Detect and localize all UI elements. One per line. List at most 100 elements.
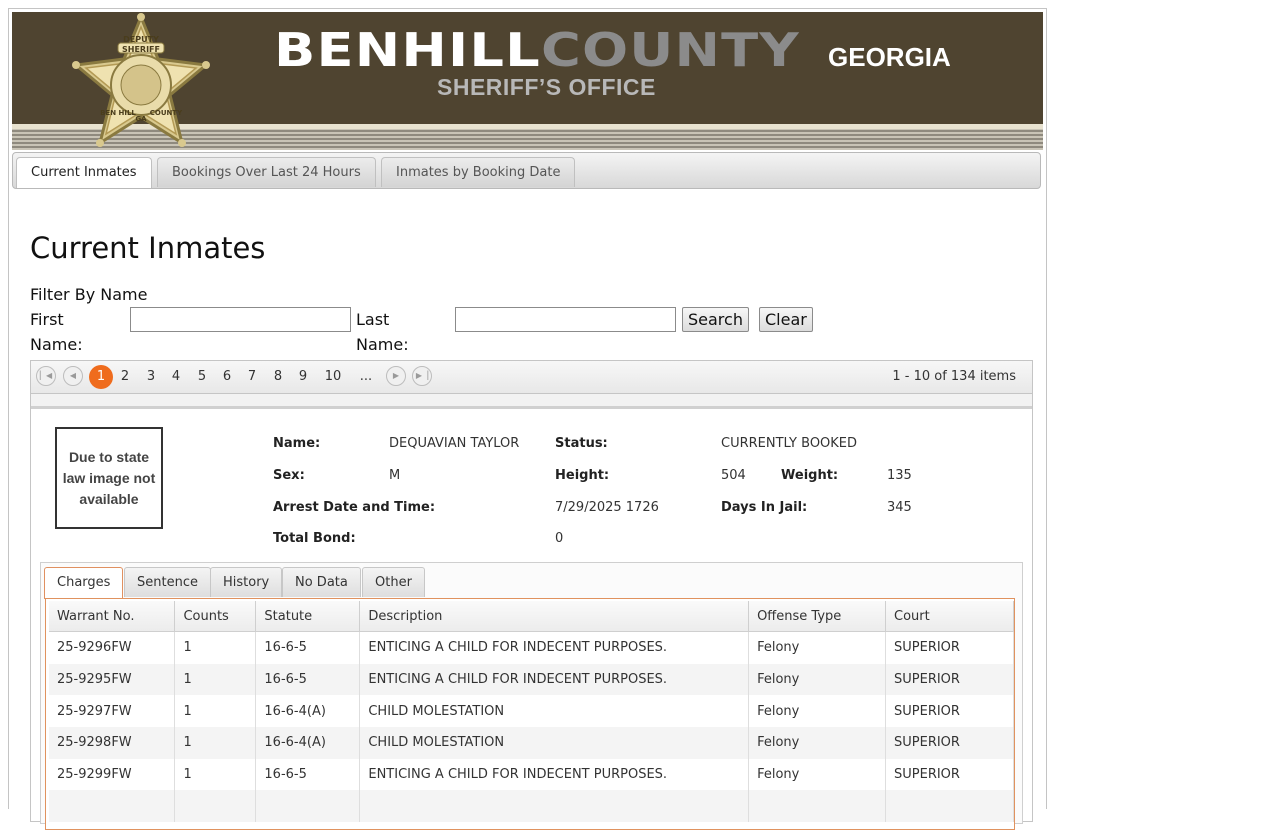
counts-cell: 1 [174, 663, 257, 696]
days-value: 345 [887, 500, 912, 515]
offense-type-cell: Felony [748, 663, 886, 696]
description-cell [359, 790, 750, 823]
search-button[interactable]: Search [682, 307, 749, 332]
page-link[interactable]: 9 [295, 366, 311, 388]
page-link[interactable]: 4 [168, 366, 184, 388]
next-page-icon[interactable]: ▶ [386, 366, 406, 386]
statute-cell: 16-6-5 [255, 663, 361, 696]
inmate-detail-tabs: Charges Sentence History No Data Other W… [40, 562, 1023, 830]
court-cell: SUPERIOR [885, 727, 1014, 759]
col-offense-type[interactable]: Offense Type [748, 601, 886, 632]
court-cell: SUPERIOR [885, 631, 1014, 664]
inmates-grid: ▏◀ ◀ 1 2 3 4 5 6 7 8 9 10 ... ▶ ▶▕ 1 - 1… [30, 360, 1033, 830]
tab-no-data[interactable]: No Data [282, 567, 361, 597]
offense-type-cell [748, 790, 886, 823]
arrest-label: Arrest Date and Time: [273, 500, 436, 515]
page-frame: DEPUTY SHERIFF BEN HILL GA COUNTY BENHIL… [8, 8, 1047, 830]
statute-cell [255, 790, 361, 823]
counts-cell: 1 [174, 727, 257, 759]
last-name-label: Last Name: [356, 310, 409, 354]
pager-divider [31, 394, 1032, 409]
col-statute[interactable]: Statute [255, 601, 361, 632]
tab-current-inmates[interactable]: Current Inmates [16, 157, 152, 188]
page-title: Current Inmates [30, 231, 266, 265]
tab-charges[interactable]: Charges [44, 567, 124, 599]
first-page-icon[interactable]: ▏◀ [36, 366, 56, 386]
sex-value: M [389, 468, 401, 483]
sheriff-badge-logo: DEPUTY SHERIFF BEN HILL GA COUNTY [72, 13, 210, 147]
last-name-input[interactable] [455, 307, 676, 332]
page-link[interactable]: 6 [219, 366, 235, 388]
arrest-value: 7/29/2025 1726 [555, 500, 659, 515]
col-warrant-no[interactable]: Warrant No. [49, 601, 176, 632]
days-label: Days In Jail: [721, 500, 808, 515]
statute-cell: 16-6-4(A) [255, 695, 361, 728]
pager-info: 1 - 10 of 134 items [892, 369, 1016, 384]
tab-inmates-by-booking-date[interactable]: Inmates by Booking Date [381, 157, 576, 187]
brand-county: COUNTY [540, 23, 800, 77]
table-row: 25-9297FW 1 16-6-4(A) CHILD MOLESTATION … [49, 695, 1014, 728]
tab-other[interactable]: Other [362, 567, 425, 597]
badge-word-3: BEN HILL [100, 109, 136, 117]
table-row: 25-9296FW 1 16-6-5 ENTICING A CHILD FOR … [49, 631, 1014, 664]
tab-history[interactable]: History [210, 567, 283, 597]
brand-benhill: BENHILL [274, 23, 541, 77]
tab-sentence[interactable]: Sentence [124, 567, 211, 597]
col-court[interactable]: Court [885, 601, 1014, 632]
pager: ▏◀ ◀ 1 2 3 4 5 6 7 8 9 10 ... ▶ ▶▕ 1 - 1… [31, 361, 1032, 394]
badge-word-4: GA [135, 115, 147, 123]
page-link[interactable]: 5 [194, 366, 210, 388]
charges-table: Warrant No. Counts Statute Description O… [49, 601, 1014, 823]
clear-button[interactable]: Clear [759, 307, 813, 332]
counts-cell: 1 [174, 758, 257, 791]
court-cell: SUPERIOR [885, 695, 1014, 728]
charges-header-row: Warrant No. Counts Statute Description O… [49, 601, 1014, 632]
height-label: Height: [555, 468, 610, 483]
bond-label: Total Bond: [273, 531, 356, 546]
table-row: 25-9295FW 1 16-6-5 ENTICING A CHILD FOR … [49, 663, 1014, 696]
last-page-icon[interactable]: ▶▕ [412, 366, 432, 386]
description-cell: ENTICING A CHILD FOR INDECENT PURPOSES. [359, 663, 750, 696]
col-description[interactable]: Description [359, 601, 750, 632]
warrant-cell [49, 790, 176, 823]
tab-bookings-24-hours[interactable]: Bookings Over Last 24 Hours [157, 157, 376, 187]
warrant-cell: 25-9298FW [49, 727, 176, 759]
height-value: 504 [721, 468, 746, 483]
header-banner: DEPUTY SHERIFF BEN HILL GA COUNTY BENHIL… [12, 12, 1043, 150]
page-link[interactable]: 2 [117, 366, 133, 388]
prev-page-icon[interactable]: ◀ [63, 366, 83, 386]
page-link[interactable]: 8 [270, 366, 286, 388]
page-link[interactable]: 10 [321, 366, 345, 388]
statute-cell: 16-6-5 [255, 758, 361, 791]
name-value: DEQUAVIAN TAYLOR [389, 436, 520, 451]
filter-heading: Filter By Name [30, 285, 148, 304]
description-cell: CHILD MOLESTATION [359, 695, 750, 728]
weight-label: Weight: [781, 468, 839, 483]
offense-type-cell: Felony [748, 727, 886, 759]
warrant-cell: 25-9295FW [49, 663, 176, 696]
page-link-current[interactable]: 1 [89, 365, 113, 389]
office-label: SHERIFF’S OFFICE [437, 74, 656, 100]
name-label: Name: [273, 436, 321, 451]
main-tabstrip: Current Inmates Bookings Over Last 24 Ho… [12, 152, 1041, 189]
sex-label: Sex: [273, 468, 305, 483]
status-value: CURRENTLY BOOKED [721, 436, 858, 451]
charges-panel: Warrant No. Counts Statute Description O… [45, 598, 1015, 830]
page-link[interactable]: 3 [143, 366, 159, 388]
weight-value: 135 [887, 468, 912, 483]
table-row [49, 790, 1014, 823]
page-link-more[interactable]: ... [355, 366, 377, 388]
county-wordmark: BENHILLCOUNTY [274, 20, 800, 80]
first-name-input[interactable] [130, 307, 351, 332]
court-cell [885, 790, 1014, 823]
bond-value: 0 [555, 531, 564, 546]
badge-word-5: COUNTY [150, 109, 183, 117]
description-cell: ENTICING A CHILD FOR INDECENT PURPOSES. [359, 631, 750, 664]
inmate-photo-placeholder: Due to state law image not available [55, 427, 163, 529]
col-counts[interactable]: Counts [174, 601, 257, 632]
badge-word-1: DEPUTY [123, 35, 159, 44]
statute-cell: 16-6-5 [255, 631, 361, 664]
page-link[interactable]: 7 [244, 366, 260, 388]
status-label: Status: [555, 436, 608, 451]
first-name-label: First Name: [30, 310, 83, 354]
